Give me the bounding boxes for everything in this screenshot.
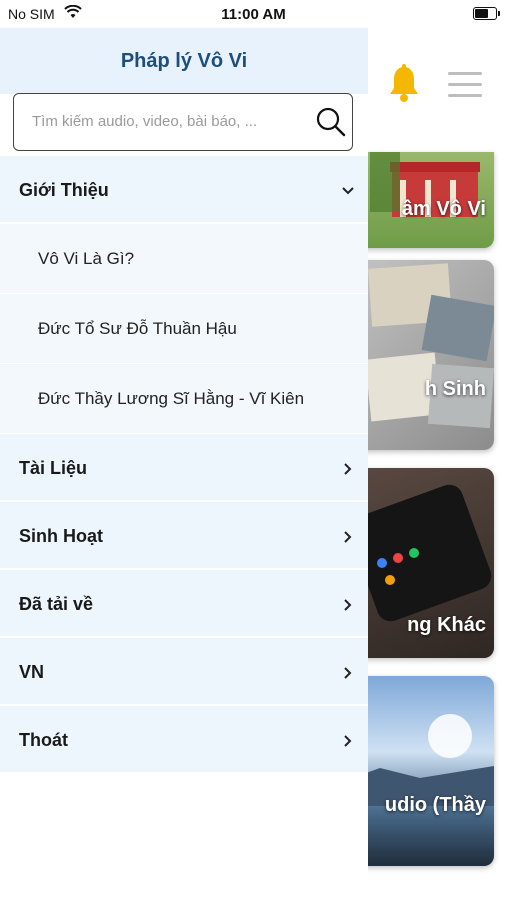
menu-item-gioi-thieu[interactable]: Giới Thiệu	[0, 156, 368, 224]
hamburger-menu-icon[interactable]	[448, 72, 482, 105]
menu-item-label: VN	[19, 662, 45, 682]
status-time: 11:00 AM	[221, 6, 286, 23]
menu-item-sinh-hoat[interactable]: Sinh Hoạt	[0, 502, 368, 570]
chevron-right-icon	[340, 706, 356, 774]
status-bar: No SIM 11:00 AM	[0, 0, 507, 28]
side-drawer: Pháp lý Vô Vi Giới Thiệu Vô Vi Là Gì? Đứ…	[0, 28, 368, 900]
submenu-item-duc-thay[interactable]: Đức Thầy Lương Sĩ Hằng - Vĩ Kiên	[0, 364, 368, 434]
battery-icon	[473, 7, 500, 20]
menu-item-label: Đã tải về	[19, 594, 94, 614]
chevron-right-icon	[340, 502, 356, 570]
menu-item-label: Tài Liệu	[19, 458, 88, 478]
submenu-item-duc-to-su[interactable]: Đức Tổ Sư Đỗ Thuần Hậu	[0, 294, 368, 364]
search-box[interactable]	[13, 93, 353, 151]
menu-item-tai-lieu[interactable]: Tài Liệu	[0, 434, 368, 502]
chevron-right-icon	[340, 570, 356, 638]
drawer-menu: Giới Thiệu Vô Vi Là Gì? Đức Tổ Sư Đỗ Thu…	[0, 156, 368, 774]
submenu-item-vo-vi-la-gi[interactable]: Vô Vi Là Gì?	[0, 224, 368, 294]
drawer-title: Pháp lý Vô Vi	[0, 28, 368, 94]
menu-item-label: Giới Thiệu	[19, 180, 109, 200]
chevron-right-icon	[340, 638, 356, 706]
search-icon[interactable]	[316, 107, 346, 142]
menu-item-thoat[interactable]: Thoát	[0, 706, 368, 774]
bell-icon[interactable]	[386, 64, 422, 109]
menu-item-vn[interactable]: VN	[0, 638, 368, 706]
search-input[interactable]	[30, 112, 284, 131]
chevron-down-icon	[340, 156, 356, 224]
menu-item-label: Sinh Hoạt	[19, 526, 103, 546]
chevron-right-icon	[340, 434, 356, 502]
menu-item-label: Thoát	[19, 730, 68, 750]
menu-item-da-tai-ve[interactable]: Đã tải về	[0, 570, 368, 638]
